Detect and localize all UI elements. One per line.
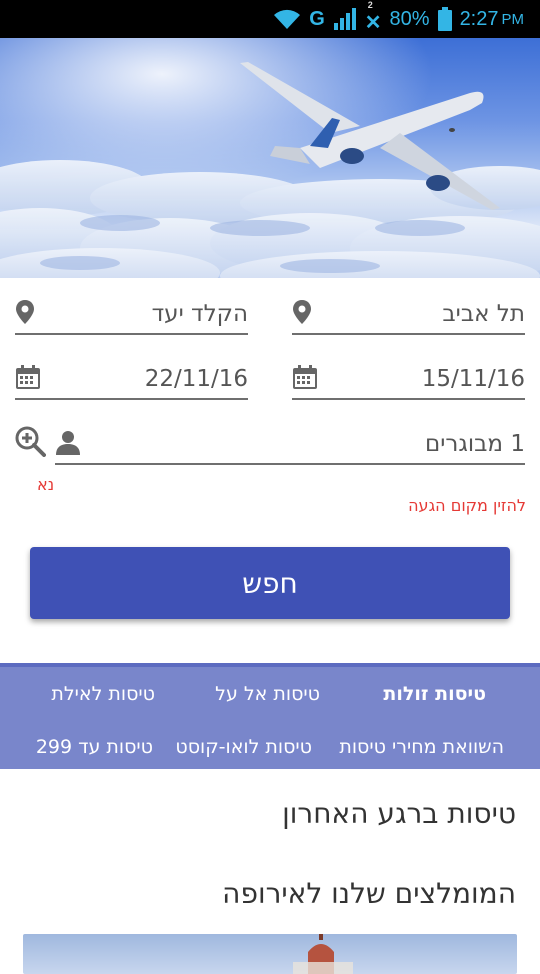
quick-links-panel: טיסות זולות טיסות אל על טיסות לאילת השוו… — [0, 663, 540, 769]
return-date-value: 22/11/16 — [144, 366, 248, 392]
europe-title[interactable]: המומלצים שלנו לאירופה — [222, 877, 516, 910]
notification-count: 2 — [367, 0, 373, 10]
origin-value: תל אביב — [442, 301, 525, 327]
clock: 2:27 PM — [460, 8, 524, 31]
link-under-299[interactable]: טיסות עד 299 — [36, 736, 153, 758]
destination-placeholder: הקלד יעד — [151, 301, 248, 327]
link-elal-flights[interactable]: טיסות אל על — [215, 683, 320, 705]
passengers-field[interactable]: 1 מבוגרים — [55, 407, 525, 465]
zoom-in-icon[interactable] — [14, 425, 46, 457]
battery-icon — [437, 7, 452, 31]
origin-field[interactable]: תל אביב — [292, 277, 525, 335]
arrival-error-text: להזין מקום הגעה — [408, 496, 526, 515]
return-date-field[interactable]: 22/11/16 — [15, 342, 248, 400]
last-minute-title[interactable]: טיסות ברגע האחרון — [282, 797, 516, 830]
calendar-icon — [15, 364, 41, 392]
destination-error-text: נא — [37, 475, 55, 494]
status-bar: G 2 ✕ 80% 2:27 PM — [0, 0, 540, 38]
calendar-icon — [292, 364, 318, 392]
link-low-cost[interactable]: טיסות לואו-קוסט — [175, 736, 312, 758]
depart-date-value: 15/11/16 — [421, 366, 525, 392]
clock-time: 2:27 — [459, 7, 499, 30]
hero-illustration — [0, 38, 540, 278]
wifi-icon — [273, 8, 301, 30]
hero-airplane-image — [0, 38, 540, 278]
location-pin-icon — [292, 299, 318, 327]
link-compare-prices[interactable]: השוואת מחירי טיסות — [339, 736, 504, 758]
network-type: G — [309, 7, 325, 30]
location-pin-icon — [15, 299, 41, 327]
person-icon — [55, 429, 81, 457]
depart-date-field[interactable]: 15/11/16 — [292, 342, 525, 400]
search-button[interactable]: חפש — [30, 547, 510, 619]
no-data-icon: 2 ✕ — [364, 0, 382, 34]
clock-ampm: PM — [501, 10, 525, 28]
passengers-value: 1 מבוגרים — [424, 431, 525, 457]
signal-icon — [333, 7, 357, 31]
destination-field[interactable]: הקלד יעד — [15, 277, 248, 335]
battery-percent: 80% — [389, 7, 430, 30]
link-cheap-flights[interactable]: טיסות זולות — [383, 683, 486, 705]
link-eilat-flights[interactable]: טיסות לאילת — [51, 683, 155, 705]
europe-destination-image[interactable] — [23, 934, 517, 974]
